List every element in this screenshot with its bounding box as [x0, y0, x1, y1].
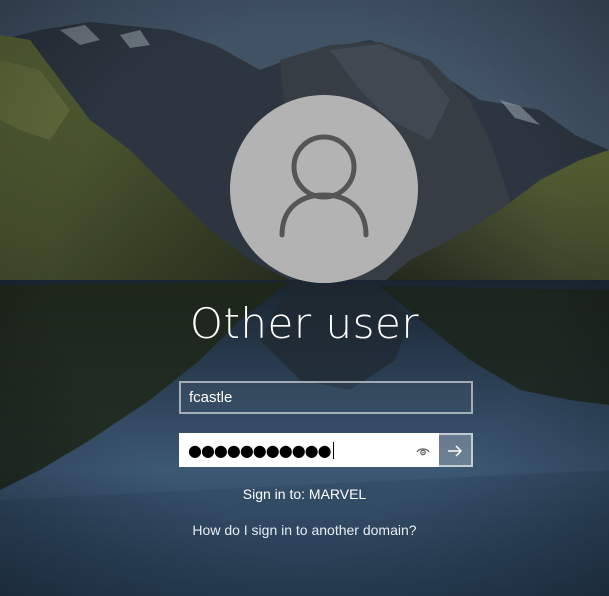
password-row: ●●●●●●●●●●●: [179, 433, 473, 467]
submit-button[interactable]: [439, 433, 473, 467]
text-caret: [332, 442, 334, 459]
password-masked-text: ●●●●●●●●●●●: [188, 441, 334, 461]
eye-icon[interactable]: [415, 443, 431, 459]
sign-in-domain-text: Sign in to: MARVEL: [242, 486, 367, 502]
other-domain-help-link[interactable]: How do I sign in to another domain?: [0, 521, 609, 539]
user-avatar: [230, 95, 418, 283]
user-display-name: Other user: [189, 299, 420, 348]
username-field[interactable]: [179, 381, 473, 414]
username-input[interactable]: [181, 383, 471, 412]
user-silhouette-icon: [279, 134, 369, 238]
password-field[interactable]: ●●●●●●●●●●●: [179, 433, 439, 467]
arrow-right-icon: [448, 445, 463, 457]
